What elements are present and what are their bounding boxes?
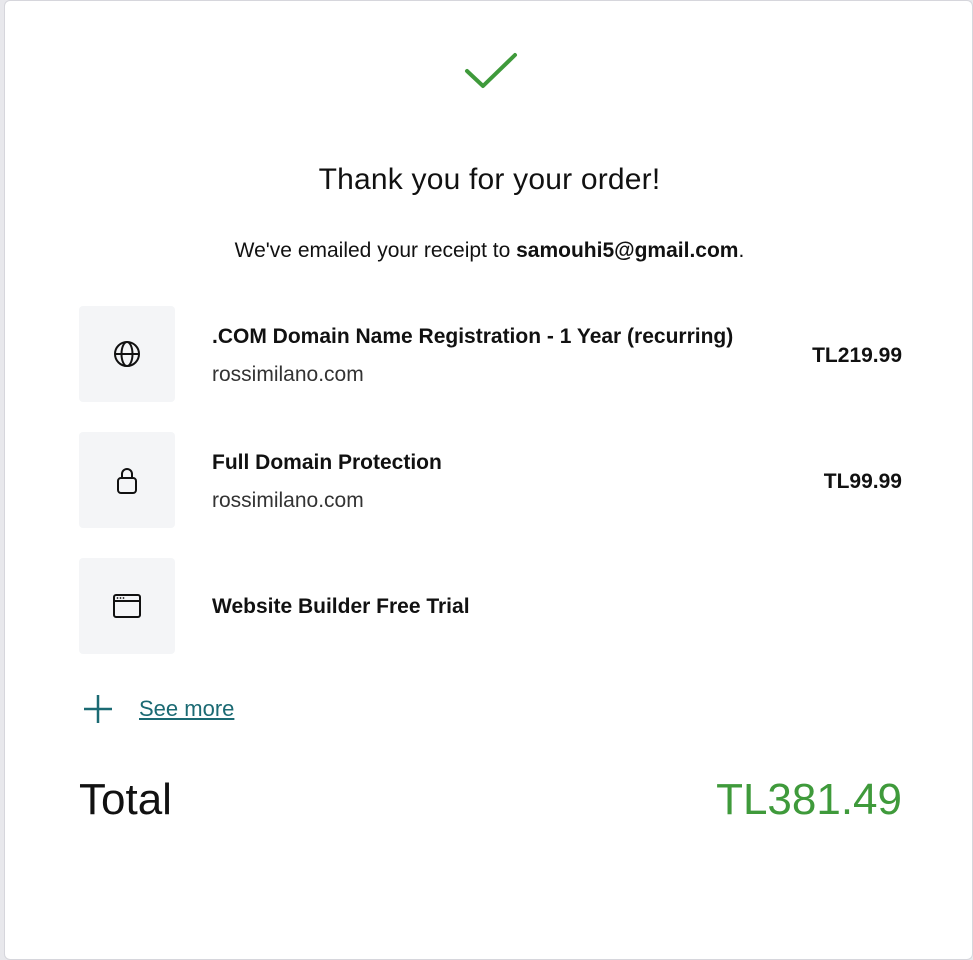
plus-icon bbox=[84, 695, 112, 723]
order-item-website-builder: Website Builder Free Trial bbox=[79, 558, 902, 654]
receipt-suffix: . bbox=[738, 239, 745, 262]
item-icon-box bbox=[79, 306, 175, 402]
see-more-label[interactable]: See more bbox=[139, 696, 234, 722]
receipt-prefix: We've emailed your receipt to bbox=[234, 239, 517, 262]
item-icon-box bbox=[79, 558, 175, 654]
receipt-message: We've emailed your receipt to samouhi5@g… bbox=[5, 239, 973, 263]
item-name: .COM Domain Name Registration - 1 Year (… bbox=[212, 325, 734, 348]
page-title: Thank you for your order! bbox=[318, 163, 661, 196]
total-label: Total bbox=[79, 775, 172, 824]
receipt-email: samouhi5@gmail.com bbox=[516, 239, 739, 262]
item-price: TL219.99 bbox=[812, 344, 902, 367]
item-price: TL99.99 bbox=[823, 470, 902, 493]
item-domain: rossimilano.com bbox=[212, 363, 364, 386]
item-name: Full Domain Protection bbox=[212, 451, 442, 474]
order-item-domain-protection: Full Domain Protection rossimilano.com T… bbox=[79, 432, 902, 528]
item-name: Website Builder Free Trial bbox=[212, 595, 470, 618]
item-domain: rossimilano.com bbox=[212, 489, 364, 512]
item-icon-box bbox=[79, 432, 175, 528]
checkmark-icon bbox=[465, 53, 517, 88]
order-confirmation-card: Thank you for your order! We've emailed … bbox=[4, 0, 973, 960]
browser-window-icon bbox=[113, 594, 141, 618]
total-amount: TL381.49 bbox=[716, 775, 902, 824]
globe-icon bbox=[114, 341, 140, 367]
order-item-domain-registration: .COM Domain Name Registration - 1 Year (… bbox=[79, 306, 902, 402]
see-more-link[interactable]: See more bbox=[81, 691, 234, 727]
lock-icon bbox=[117, 468, 137, 494]
